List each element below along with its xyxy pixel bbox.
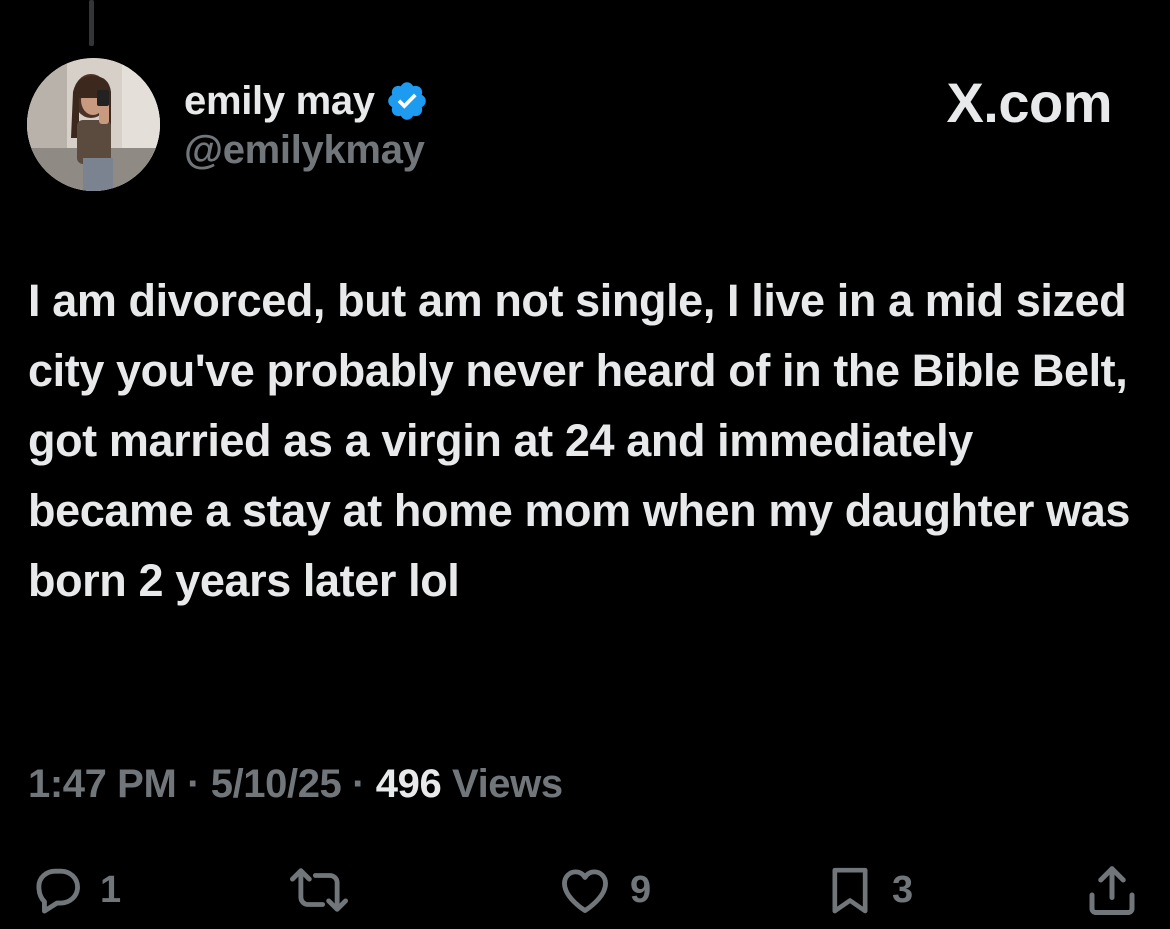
bookmark-button[interactable]: 3	[822, 858, 913, 922]
reply-button[interactable]: 1	[28, 858, 121, 922]
user-handle[interactable]: @emilykmay	[184, 128, 425, 173]
meta-separator: ·	[187, 762, 201, 806]
tweet-action-bar: 1 9 3	[0, 858, 1170, 922]
repost-button[interactable]	[284, 858, 368, 922]
tweet-time[interactable]: 1:47 PM	[28, 762, 177, 806]
like-icon	[562, 869, 608, 913]
repost-icon	[290, 868, 349, 912]
avatar[interactable]	[27, 58, 160, 191]
meta-separator: ·	[352, 762, 366, 806]
bookmark-icon	[832, 867, 868, 914]
author-name-row[interactable]: emily may	[184, 76, 429, 126]
tweet-date[interactable]: 5/10/25	[211, 762, 342, 806]
tweet-meta: 1:47 PM · 5/10/25 · 496 Views	[28, 762, 563, 807]
reply-icon	[36, 868, 80, 914]
reply-count: 1	[100, 868, 122, 911]
bookmark-count: 3	[892, 868, 914, 911]
tweet-text: I am divorced, but am not single, I live…	[28, 275, 1130, 606]
like-count: 9	[630, 868, 652, 911]
thread-connector-line	[89, 0, 94, 46]
share-icon	[1089, 866, 1135, 915]
like-button[interactable]: 9	[554, 858, 651, 922]
brand-watermark: X.com	[946, 71, 1112, 134]
share-button[interactable]	[1082, 858, 1142, 922]
verified-badge-icon	[387, 82, 426, 120]
views-count: 496	[375, 762, 442, 806]
views-label: Views	[452, 762, 563, 806]
profile-photo-icon	[27, 58, 160, 191]
display-name[interactable]: emily may	[184, 79, 375, 124]
